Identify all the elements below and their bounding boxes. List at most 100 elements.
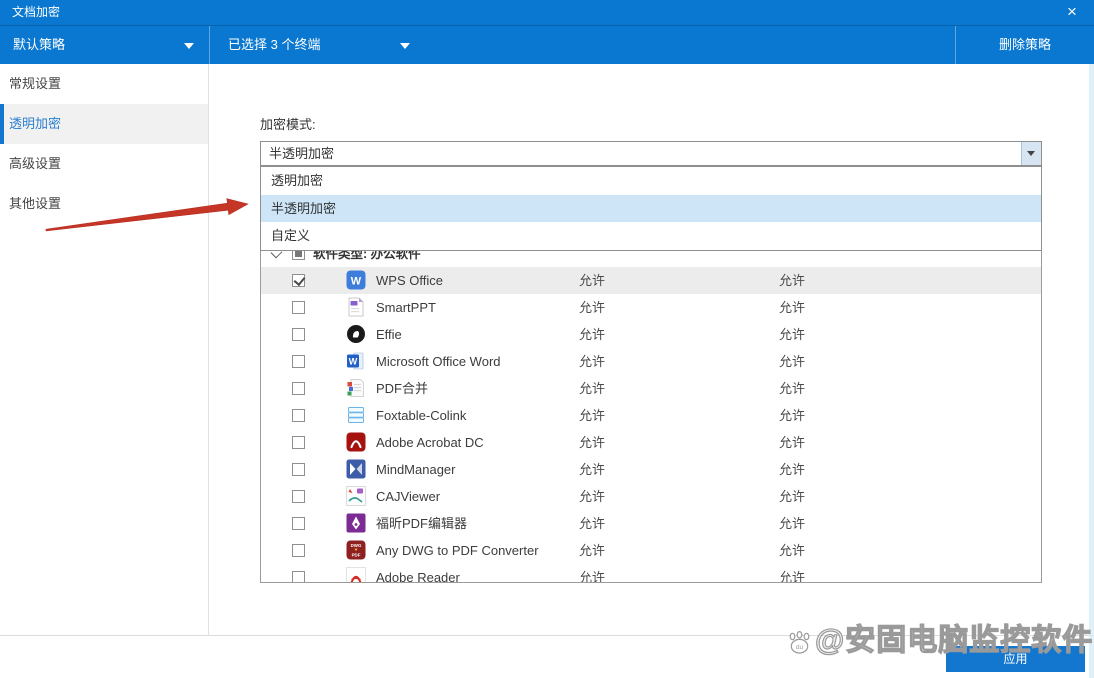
- row-checkbox[interactable]: [292, 409, 305, 422]
- software-row[interactable]: Adobe Reader 允许 允许: [261, 564, 1041, 582]
- foxtable-icon: [346, 405, 366, 425]
- software-row[interactable]: W Microsoft Office Word 允许 允许: [261, 348, 1041, 375]
- window-title: 文档加密: [12, 5, 61, 19]
- effie-icon: [346, 324, 366, 344]
- select-dropdown-button[interactable]: [1021, 142, 1041, 165]
- permission-value-2[interactable]: 允许: [779, 294, 805, 321]
- permission-value-1[interactable]: 允许: [579, 564, 605, 582]
- permission-value-1[interactable]: 允许: [579, 537, 605, 564]
- svg-text:DWG: DWG: [351, 543, 362, 548]
- cajviewer-icon: [346, 486, 366, 506]
- terminal-dropdown-label: 已选择 3 个终端: [228, 37, 321, 52]
- chevron-down-icon: [184, 43, 194, 49]
- chevron-down-icon: [1027, 151, 1035, 156]
- row-checkbox[interactable]: [292, 301, 305, 314]
- permission-value-1[interactable]: 允许: [579, 510, 605, 537]
- app-name: Adobe Acrobat DC: [376, 435, 484, 450]
- permission-value-2[interactable]: 允许: [779, 429, 805, 456]
- permission-value-1[interactable]: 允许: [579, 375, 605, 402]
- row-checkbox[interactable]: [292, 382, 305, 395]
- software-row[interactable]: DWG PDF Any DWG to PDF Converter 允许 允许: [261, 537, 1041, 564]
- software-row[interactable]: W WPS Office 允许 允许: [261, 267, 1041, 294]
- row-checkbox[interactable]: [292, 490, 305, 503]
- delete-policy-button[interactable]: 删除策略: [955, 26, 1094, 65]
- row-checkbox[interactable]: [292, 571, 305, 582]
- policy-dropdown[interactable]: 默认策略: [0, 26, 209, 65]
- permission-value-1[interactable]: 允许: [579, 402, 605, 429]
- row-checkbox[interactable]: [292, 436, 305, 449]
- permission-value-1[interactable]: 允许: [579, 483, 605, 510]
- software-row[interactable]: Effie 允许 允许: [261, 321, 1041, 348]
- sidebar-item-label: 其他设置: [9, 196, 62, 211]
- app-name: CAJViewer: [376, 489, 441, 504]
- row-checkbox[interactable]: [292, 328, 305, 341]
- acrobat-dc-icon: [346, 432, 366, 452]
- policy-dropdown-label: 默认策略: [13, 37, 66, 52]
- row-checkbox[interactable]: [292, 544, 305, 557]
- permission-value-2[interactable]: 允许: [779, 456, 805, 483]
- software-row[interactable]: PDF合并 允许 允许: [261, 375, 1041, 402]
- apply-button[interactable]: 应用: [946, 646, 1085, 672]
- dropdown-option[interactable]: 透明加密: [261, 167, 1041, 195]
- window-edge: [1089, 64, 1094, 678]
- sidebar-item[interactable]: 其他设置: [0, 184, 208, 224]
- svg-text:W: W: [351, 276, 362, 288]
- permission-value-1[interactable]: 允许: [579, 321, 605, 348]
- foxit-editor-icon: [346, 513, 366, 533]
- app-name: WPS Office: [376, 273, 443, 288]
- software-permission-table: 软件类型: 办公软件 W WPS Office 允许 允许 SmartPPT 允许 允许 Ef…: [260, 240, 1042, 583]
- svg-text:PDF: PDF: [352, 553, 361, 558]
- permission-value-2[interactable]: 允许: [779, 483, 805, 510]
- terminal-dropdown[interactable]: 已选择 3 个终端: [209, 26, 425, 65]
- app-name: MindManager: [376, 462, 456, 477]
- sidebar-item-label: 透明加密: [9, 116, 62, 131]
- row-checkbox[interactable]: [292, 274, 305, 287]
- permission-value-2[interactable]: 允许: [779, 402, 805, 429]
- settings-sidebar: 常规设置透明加密高级设置其他设置: [0, 64, 209, 635]
- encryption-mode-dropdown-list: 透明加密 半透明加密 自定义: [260, 166, 1042, 251]
- permission-value-1[interactable]: 允许: [579, 267, 605, 294]
- dropdown-option[interactable]: 半透明加密: [261, 194, 1041, 223]
- software-row[interactable]: Foxtable-Colink 允许 允许: [261, 402, 1041, 429]
- active-indicator: [0, 104, 4, 144]
- svg-text:W: W: [349, 357, 358, 367]
- permission-value-1[interactable]: 允许: [579, 348, 605, 375]
- app-name: PDF合并: [376, 381, 429, 396]
- row-checkbox[interactable]: [292, 355, 305, 368]
- smartppt-icon: [346, 297, 366, 317]
- software-row[interactable]: MindManager 允许 允许: [261, 456, 1041, 483]
- encryption-mode-select[interactable]: 半透明加密: [260, 141, 1042, 166]
- sidebar-item[interactable]: 高级设置: [0, 144, 208, 184]
- permission-value-2[interactable]: 允许: [779, 375, 805, 402]
- permission-value-1[interactable]: 允许: [579, 429, 605, 456]
- sidebar-item[interactable]: 常规设置: [0, 64, 208, 104]
- mindmanager-icon: [346, 459, 366, 479]
- pdf-merge-icon: [346, 378, 366, 398]
- software-row[interactable]: 福昕PDF编辑器 允许 允许: [261, 510, 1041, 537]
- title-bar: 文档加密 ×: [0, 0, 1094, 25]
- ms-word-icon: W: [346, 351, 366, 371]
- encryption-mode-label: 加密模式:: [260, 117, 316, 132]
- software-row[interactable]: Adobe Acrobat DC 允许 允许: [261, 429, 1041, 456]
- close-icon[interactable]: ×: [1056, 0, 1088, 25]
- permission-value-2[interactable]: 允许: [779, 348, 805, 375]
- sidebar-item-label: 常规设置: [9, 76, 62, 91]
- row-checkbox[interactable]: [292, 463, 305, 476]
- software-row[interactable]: CAJViewer 允许 允许: [261, 483, 1041, 510]
- app-name: Effie: [376, 327, 402, 342]
- dropdown-option[interactable]: 自定义: [261, 222, 1041, 250]
- policy-toolbar: 默认策略 已选择 3 个终端 删除策略: [0, 25, 1094, 65]
- permission-value-2[interactable]: 允许: [779, 564, 805, 582]
- chevron-down-icon: [400, 43, 410, 49]
- permission-value-1[interactable]: 允许: [579, 456, 605, 483]
- software-row[interactable]: SmartPPT 允许 允许: [261, 294, 1041, 321]
- row-checkbox[interactable]: [292, 517, 305, 530]
- app-name: SmartPPT: [376, 300, 436, 315]
- permission-value-2[interactable]: 允许: [779, 510, 805, 537]
- permission-value-2[interactable]: 允许: [779, 321, 805, 348]
- anydwg-icon: DWG PDF: [346, 540, 366, 560]
- permission-value-1[interactable]: 允许: [579, 294, 605, 321]
- permission-value-2[interactable]: 允许: [779, 537, 805, 564]
- sidebar-item[interactable]: 透明加密: [0, 104, 208, 144]
- permission-value-2[interactable]: 允许: [779, 267, 805, 294]
